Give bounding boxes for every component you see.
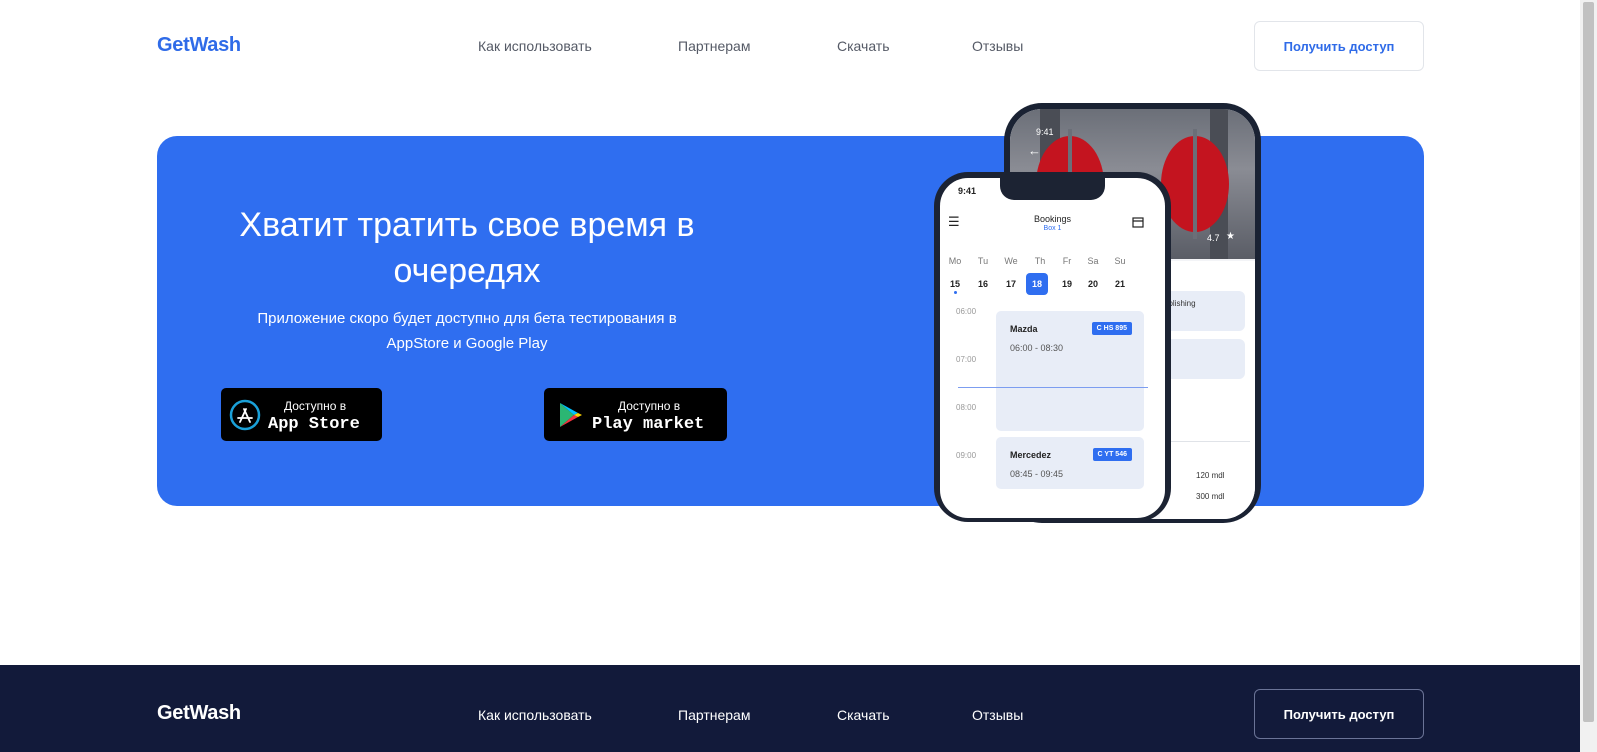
weekday-label: Sa xyxy=(1087,256,1099,266)
booking-car: Mercedez xyxy=(1010,450,1052,460)
weekday-label: We xyxy=(1004,256,1018,266)
day-20[interactable]: 20 xyxy=(1083,279,1103,289)
back-status-time: 9:41 xyxy=(1036,127,1054,137)
booking-card-mazda[interactable]: Mazda C HS 895 06:00 - 08:30 xyxy=(996,311,1144,431)
booking-car: Mazda xyxy=(1010,324,1038,334)
google-play-icon xyxy=(560,403,582,427)
day-17[interactable]: 17 xyxy=(1001,279,1021,289)
get-access-button[interactable]: Получить доступ xyxy=(1254,21,1424,71)
footer-link-partners[interactable]: Партнерам xyxy=(678,707,750,723)
weekday-label: Mo xyxy=(948,256,962,266)
nav-link-reviews[interactable]: Отзывы xyxy=(972,38,1023,54)
time-label: 09:00 xyxy=(956,451,977,460)
weekday-label: Fr xyxy=(1062,256,1072,266)
divider xyxy=(1160,441,1250,442)
hero-title: Хватит тратить свое время в очередях xyxy=(239,206,695,290)
current-time-line xyxy=(958,387,1148,388)
back-arrow-icon[interactable]: ← xyxy=(1028,143,1041,158)
logo[interactable]: GetWash xyxy=(157,34,241,57)
footer: GetWash Как использовать Партнерам Скача… xyxy=(0,665,1580,752)
hero-subtitle: Приложение скоро будет доступно для бета… xyxy=(257,310,677,352)
header: GetWash Как использовать Партнерам Скача… xyxy=(0,0,1580,92)
footer-logo[interactable]: GetWash xyxy=(157,702,241,725)
price: 120 mdl xyxy=(1196,471,1225,480)
service-card: polishing 120 mdl 300 mdl xyxy=(1155,261,1255,519)
booking-time: 06:00 - 08:30 xyxy=(1010,343,1064,353)
nav-link-partners[interactable]: Партнерам xyxy=(678,38,750,54)
phone-mockup-front: 9:41 ☰ Bookings Box 1 Mo Tu We Th Fr Sa … xyxy=(934,172,1171,522)
app-store-small-label: Доступно в xyxy=(284,399,347,413)
footer-link-reviews[interactable]: Отзывы xyxy=(972,707,1023,723)
day-21[interactable]: 21 xyxy=(1110,279,1130,289)
day-18-selected[interactable]: 18 xyxy=(1026,273,1048,295)
app-store-icon xyxy=(229,399,261,431)
time-label: 07:00 xyxy=(956,355,977,364)
footer-link-how-to-use[interactable]: Как использовать xyxy=(478,707,592,723)
play-market-button[interactable]: Доступно в Play market xyxy=(544,388,727,441)
booking-plate: C HS 895 xyxy=(1091,322,1132,335)
star-icon: ★ xyxy=(1226,231,1235,242)
nav-link-download[interactable]: Скачать xyxy=(837,38,890,54)
play-market-small-label: Доступно в xyxy=(618,399,681,413)
booking-plate: C YT 546 xyxy=(1092,448,1132,461)
nav-link-how-to-use[interactable]: Как использовать xyxy=(478,38,592,54)
play-market-label: Play market xyxy=(592,415,705,434)
footer-link-download[interactable]: Скачать xyxy=(837,707,890,723)
weekday-label: Tu xyxy=(977,256,989,266)
booking-time: 08:45 - 09:45 xyxy=(1010,469,1064,479)
booking-card-mercedez[interactable]: Mercedez C YT 546 08:45 - 09:45 xyxy=(996,437,1144,489)
app-store-button[interactable]: Доступно в App Store xyxy=(221,388,382,441)
scrollbar[interactable] xyxy=(1580,0,1597,752)
weekday-label: Th xyxy=(1034,256,1046,266)
rating-value: 4.7 xyxy=(1207,233,1220,243)
app-store-label: App Store xyxy=(268,415,360,434)
footer-get-access-button[interactable]: Получить доступ xyxy=(1254,689,1424,739)
day-15[interactable]: 15 xyxy=(945,279,965,289)
phone-notch xyxy=(1000,178,1105,200)
time-label: 08:00 xyxy=(956,403,977,412)
scrollbar-thumb[interactable] xyxy=(1583,2,1594,722)
phone-front-screen: 9:41 ☰ Bookings Box 1 Mo Tu We Th Fr Sa … xyxy=(940,178,1165,518)
day-19[interactable]: 19 xyxy=(1057,279,1077,289)
status-time: 9:41 xyxy=(958,186,977,196)
calendar-icon[interactable] xyxy=(1132,216,1144,228)
price: 300 mdl xyxy=(1196,492,1225,501)
day-16[interactable]: 16 xyxy=(973,279,993,289)
time-label: 06:00 xyxy=(956,307,977,316)
today-dot xyxy=(954,291,957,294)
weekday-label: Su xyxy=(1114,256,1126,266)
